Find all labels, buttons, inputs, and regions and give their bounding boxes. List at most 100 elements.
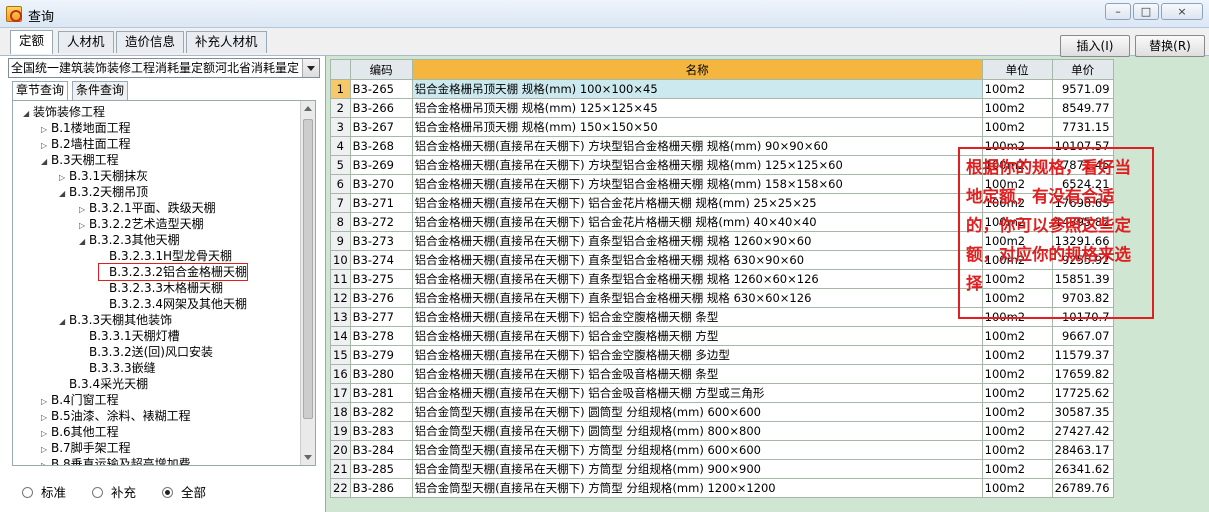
table-row[interactable]: 2 B3-266 铝合金格栅吊顶天棚 规格(mm) 125×125×45 100m2 8… [330, 98, 1114, 118]
expanded-arrow-icon[interactable]: ◢ [79, 234, 89, 250]
tree-item[interactable]: ▷ B.7脚手架工程 [41, 440, 131, 456]
tree-item-label: B.3.2.3其他天棚 [89, 233, 180, 247]
price-cell: 11579.37 [1051, 345, 1114, 365]
name-cell: 铝合金筒型天棚(直接吊在天棚下) 圆筒型 分组规格(mm) 600×600 [411, 402, 983, 422]
replace-button[interactable]: 替换(R) [1135, 35, 1205, 57]
tree-item-label: B.3.2.3.4网架及其他天棚 [109, 297, 248, 311]
table-row[interactable]: 16 B3-280 铝合金格栅天棚(直接吊在天棚下) 铝合金吸音格栅天棚 条型 100… [330, 364, 1114, 384]
tree-item-label: B.5油漆、涂料、裱糊工程 [51, 409, 191, 423]
subtab-chapter-query[interactable]: 章节查询 [12, 81, 69, 100]
expanded-arrow-icon[interactable]: ◢ [23, 106, 33, 122]
tree-item[interactable]: B.3.4采光天棚 [59, 376, 148, 392]
tree-item[interactable]: ▷ B.2墙柱面工程 [41, 136, 131, 152]
radio-all[interactable] [162, 487, 173, 498]
tree-item[interactable]: B.3.3.1天棚灯槽 [79, 328, 180, 344]
unit-cell: 100m2 [981, 364, 1053, 384]
expanded-arrow-icon[interactable]: ◢ [59, 186, 69, 202]
row-number: 18 [330, 402, 351, 422]
tree-item[interactable]: ◢ B.3天棚工程 [41, 152, 119, 168]
unit-cell: 100m2 [981, 79, 1053, 99]
tree-item[interactable]: ▷ B.3.2.1平面、跌级天棚 [79, 200, 216, 216]
tree-item[interactable]: ▷ B.4门窗工程 [41, 392, 119, 408]
radio-standard[interactable] [22, 487, 33, 498]
tab-quota[interactable]: 定额 [10, 30, 54, 54]
minimize-button[interactable]: – [1105, 3, 1131, 20]
tree-item-label: B.3.4采光天棚 [69, 377, 149, 391]
code-cell: B3-281 [349, 383, 413, 403]
price-cell: 7731.15 [1051, 117, 1114, 137]
tree-item-label: B.7脚手架工程 [51, 441, 131, 455]
tree-item-label: B.3天棚工程 [51, 153, 119, 167]
price-cell: 17659.82 [1051, 364, 1114, 384]
table-row[interactable]: 3 B3-267 铝合金格栅吊顶天棚 规格(mm) 150×150×50 100m2 7… [330, 117, 1114, 137]
row-number: 10 [330, 250, 351, 270]
row-number: 11 [330, 269, 351, 289]
tree-item[interactable]: ◢ B.3.2.3其他天棚 [79, 232, 180, 248]
row-number: 15 [330, 345, 351, 365]
tree-item[interactable]: B.3.3.3嵌缝 [79, 360, 156, 376]
tab-labor-material-machine[interactable]: 人材机 [58, 31, 114, 53]
tree-item[interactable]: B.3.3.2送(回)风口安装 [79, 344, 213, 360]
header-code[interactable]: 编码 [349, 59, 413, 80]
tree-item[interactable]: ▷ B.8垂直运输及超高增加费 [41, 456, 191, 465]
tree-scrollbar[interactable] [300, 101, 315, 465]
tree-item[interactable]: B.3.2.3.3木格栅天棚 [99, 280, 223, 296]
row-number: 14 [330, 326, 351, 346]
code-cell: B3-271 [349, 193, 413, 213]
collapsed-arrow-icon[interactable]: ▷ [41, 458, 51, 465]
table-row[interactable]: 22 B3-286 铝合金筒型天棚(直接吊在天棚下) 方筒型 分组规格(mm) 12… [330, 478, 1114, 498]
tree-item[interactable]: ▷ B.3.2.2艺术造型天棚 [79, 216, 204, 232]
price-cell: 8549.77 [1051, 98, 1114, 118]
insert-button[interactable]: 插入(I) [1060, 35, 1130, 57]
row-number: 2 [330, 98, 351, 118]
header-unit[interactable]: 单位 [981, 59, 1053, 80]
name-cell: 铝合金格栅天棚(直接吊在天棚下) 铝合金花片格栅天棚 规格(mm) 25×25×… [411, 193, 983, 213]
library-select[interactable]: 全国统一建筑装饰装修工程消耗量定额河北省消耗量定 [8, 58, 320, 78]
code-cell: B3-268 [349, 136, 413, 156]
price-cell: 28463.17 [1051, 440, 1114, 460]
row-number: 7 [330, 193, 351, 213]
scroll-up-icon[interactable] [304, 106, 312, 111]
tree-item[interactable]: ◢ B.3.3天棚其他装饰 [59, 312, 172, 328]
table-row[interactable]: 18 B3-282 铝合金筒型天棚(直接吊在天棚下) 圆筒型 分组规格(mm) 60… [330, 402, 1114, 422]
expanded-arrow-icon[interactable]: ◢ [41, 154, 51, 170]
radio-supplementary[interactable] [92, 487, 103, 498]
table-row[interactable]: 17 B3-281 铝合金格栅天棚(直接吊在天棚下) 铝合金吸音格栅天棚 方型或三角… [330, 383, 1114, 403]
header-name[interactable]: 名称 [411, 59, 983, 80]
table-row[interactable]: 21 B3-285 铝合金筒型天棚(直接吊在天棚下) 方筒型 分组规格(mm) 90… [330, 459, 1114, 479]
tree-item[interactable]: ▷ B.3.1天棚抹灰 [59, 168, 148, 184]
tree-item-label: B.6其他工程 [51, 425, 119, 439]
tree-item[interactable]: B.3.2.3.2铝合金格栅天棚 [97, 263, 249, 281]
name-cell: 铝合金筒型天棚(直接吊在天棚下) 方筒型 分组规格(mm) 900×900 [411, 459, 983, 479]
tab-supplementary-lmm[interactable]: 补充人材机 [186, 31, 267, 53]
expanded-arrow-icon[interactable]: ◢ [59, 314, 69, 330]
name-cell: 铝合金格栅天棚(直接吊在天棚下) 直条型铝合金格栅天棚 规格 1260×60×1… [411, 269, 983, 289]
tree-item[interactable]: B.3.2.3.1H型龙骨天棚 [99, 248, 232, 264]
table-row[interactable]: 1 B3-265 铝合金格栅吊顶天棚 规格(mm) 100×100×45 100m2 9… [330, 79, 1114, 99]
scroll-down-icon[interactable] [304, 455, 312, 460]
maximize-button[interactable]: □ [1133, 3, 1159, 20]
tree-item[interactable]: ▷ B.5油漆、涂料、裱糊工程 [41, 408, 191, 424]
table-row[interactable]: 14 B3-278 铝合金格栅天棚(直接吊在天棚下) 铝合金空腹格栅天棚 方型 100… [330, 326, 1114, 346]
tree-item[interactable]: B.3.2.3.4网架及其他天棚 [99, 296, 247, 312]
name-cell: 铝合金筒型天棚(直接吊在天棚下) 方筒型 分组规格(mm) 600×600 [411, 440, 983, 460]
code-cell: B3-277 [349, 307, 413, 327]
close-button[interactable]: × [1161, 3, 1203, 20]
subtab-condition-query[interactable]: 条件查询 [72, 81, 129, 100]
tab-price-info[interactable]: 造价信息 [116, 31, 185, 53]
name-cell: 铝合金格栅天棚(直接吊在天棚下) 铝合金空腹格栅天棚 多边型 [411, 345, 983, 365]
row-number: 16 [330, 364, 351, 384]
table-row[interactable]: 19 B3-283 铝合金筒型天棚(直接吊在天棚下) 圆筒型 分组规格(mm) 80… [330, 421, 1114, 441]
tree-item[interactable]: ▷ B.6其他工程 [41, 424, 119, 440]
header-price[interactable]: 单价 [1051, 59, 1114, 80]
tree-item[interactable]: ▷ B.1楼地面工程 [41, 120, 131, 136]
tree-item[interactable]: ◢ B.3.2天棚吊顶 [59, 184, 148, 200]
table-row[interactable]: 15 B3-279 铝合金格栅天棚(直接吊在天棚下) 铝合金空腹格栅天棚 多边型 10… [330, 345, 1114, 365]
chevron-down-icon[interactable] [302, 59, 319, 77]
tree-item-label: B.3.3.2送(回)风口安装 [89, 345, 213, 359]
price-cell: 26789.76 [1051, 478, 1114, 498]
name-cell: 铝合金筒型天棚(直接吊在天棚下) 方筒型 分组规格(mm) 1200×1200 [411, 478, 983, 498]
tree-item[interactable]: ◢ 装饰装修工程 [23, 104, 105, 120]
scroll-thumb[interactable] [303, 119, 313, 419]
table-row[interactable]: 20 B3-284 铝合金筒型天棚(直接吊在天棚下) 方筒型 分组规格(mm) 60… [330, 440, 1114, 460]
